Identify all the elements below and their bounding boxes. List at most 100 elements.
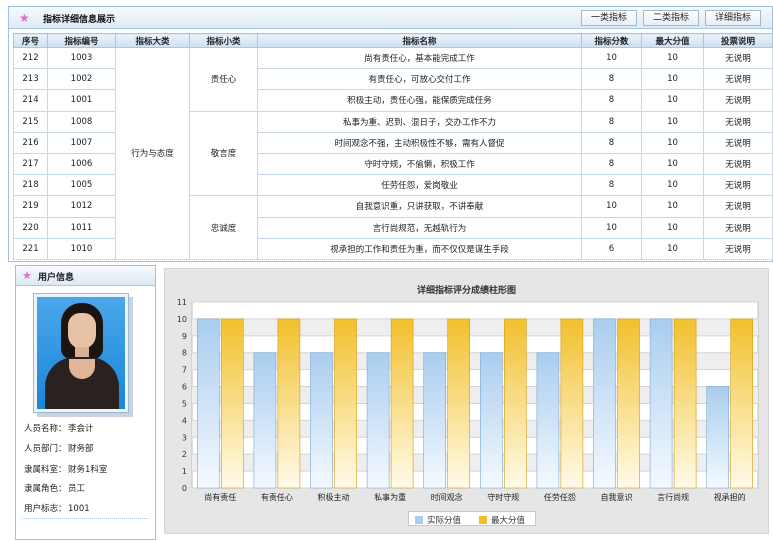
- cell-seq: 214: [13, 89, 48, 112]
- tab-level2-indicators[interactable]: 二类指标: [643, 10, 699, 26]
- cell-note: 无说明: [703, 195, 773, 218]
- grid-band: [192, 352, 758, 370]
- indicator-detail-panel: ★ 指标详细信息展示 一类指标 二类指标 详细指标 序号 指标编号 指标大类 指…: [8, 6, 773, 262]
- cell-seq: 220: [13, 216, 48, 239]
- y-tick-label: 10: [177, 315, 187, 324]
- cell-max: 10: [641, 68, 704, 91]
- bar-max: [617, 318, 640, 489]
- cell-name: 私事为重、迟到、混日子，交办工作不力: [257, 110, 582, 133]
- bar-chart: 0 1 2 3 4 5 6 7 8 9 10 11 尚有责任 有责任心 积极主动 私事为重 时间观念 守时守规 任劳…: [177, 298, 759, 502]
- legend-swatch-actual: [415, 516, 423, 524]
- x-tick-label: 自我意识: [601, 492, 633, 502]
- x-tick-label: 积极主动: [318, 492, 350, 502]
- bar-max: [220, 318, 244, 489]
- user-department-value: 财务部: [68, 444, 94, 454]
- bar-max: [277, 318, 301, 489]
- user-field-id: 用户标志：1001: [24, 504, 90, 514]
- star-icon: ★: [19, 11, 30, 25]
- cell-code: 1001: [47, 89, 116, 112]
- cell-category: 行为与态度: [115, 47, 190, 260]
- user-role-value: 员工: [68, 484, 86, 494]
- user-photo: [37, 297, 125, 409]
- cell-code: 1012: [47, 195, 116, 218]
- y-tick-label: 4: [182, 416, 187, 425]
- user-panel-title: 用户信息: [38, 273, 75, 283]
- y-tick-label: 1: [182, 467, 187, 476]
- bar-actual: [310, 352, 333, 489]
- col-score[interactable]: 指标分数: [581, 33, 642, 48]
- star-icon: ★: [22, 269, 32, 282]
- user-field-role: 隶属角色：员工: [24, 484, 86, 494]
- bar-max: [334, 318, 357, 489]
- grid-band: [192, 318, 758, 336]
- cell-name: 视承担的工作和责任为重，而不仅仅是谋生手段: [257, 237, 582, 260]
- cell-seq: 212: [13, 46, 48, 70]
- cell-subcategory: 责任心: [189, 47, 258, 112]
- cell-subcategory: 敬言度: [189, 110, 258, 197]
- legend-actual: 实际分值: [415, 514, 461, 526]
- x-tick-label: 言行尚规: [657, 492, 689, 502]
- cell-name: 积极主动，责任心强，能保质完成任务: [257, 89, 582, 112]
- user-field-office: 隶属科室：财务1科室: [24, 465, 108, 475]
- panel-title: 指标详细信息展示: [43, 15, 116, 25]
- bar-actual: [196, 318, 220, 489]
- grid-band: [192, 454, 758, 472]
- y-tick-label: 9: [182, 332, 187, 341]
- y-tick-label: 11: [177, 298, 187, 307]
- grid-band: [192, 420, 758, 438]
- cell-score: 6: [581, 237, 642, 260]
- chart-legend: 实际分值 最大分值: [408, 511, 536, 526]
- cell-max: 10: [641, 216, 704, 239]
- bar-actual: [706, 386, 730, 489]
- col-subcategory[interactable]: 指标小类: [189, 33, 258, 48]
- y-tick-label: 8: [182, 349, 187, 358]
- y-tick-label: 3: [182, 433, 187, 442]
- col-name[interactable]: 指标名称: [257, 33, 582, 48]
- tab-detail-indicators[interactable]: 详细指标: [705, 10, 761, 26]
- bar-actual: [479, 352, 503, 489]
- bar-max: [447, 318, 471, 489]
- cell-note: 无说明: [703, 216, 773, 239]
- y-tick-label: 6: [182, 383, 187, 392]
- cell-max: 10: [641, 152, 704, 176]
- bar-actual: [593, 318, 616, 489]
- legend-max: 最大分值: [479, 514, 525, 526]
- bar-actual: [536, 352, 560, 489]
- col-category[interactable]: 指标大类: [115, 33, 190, 48]
- cell-code: 1002: [47, 68, 116, 91]
- tab-level1-indicators[interactable]: 一类指标: [581, 10, 637, 26]
- panel-header: ★ 指标详细信息展示 一类指标 二类指标 详细指标: [9, 7, 772, 29]
- x-tick-label: 时间观念: [431, 492, 463, 502]
- table-row[interactable]: 212 1003 行为与态度 责任心 尚有责任心，基本能完成工作 10 10 无…: [13, 46, 773, 260]
- user-field-name: 人员名称：李会计: [24, 424, 94, 434]
- cell-note: 无说明: [703, 174, 773, 197]
- cell-score: 8: [581, 110, 642, 133]
- cell-max: 10: [641, 237, 704, 260]
- bar-actual: [366, 352, 390, 489]
- cell-note: 无说明: [703, 68, 773, 91]
- cell-subcategory: 忠诚度: [189, 195, 258, 260]
- indicator-table: 序号 指标编号 指标大类 指标小类 指标名称 指标分数 最大分值 投票说明 21…: [13, 33, 773, 260]
- x-tick-label: 有责任心: [261, 492, 293, 502]
- cell-name: 自我意识重，只讲获取，不讲奉献: [257, 195, 582, 218]
- cell-score: 10: [581, 46, 642, 70]
- cell-note: 无说明: [703, 89, 773, 112]
- cell-name: 言行尚规范，无越轨行为: [257, 216, 582, 239]
- cell-score: 8: [581, 174, 642, 197]
- cell-code: 1005: [47, 174, 116, 197]
- col-code[interactable]: 指标编号: [47, 33, 116, 48]
- cell-seq: 213: [13, 68, 48, 91]
- col-max[interactable]: 最大分值: [641, 33, 704, 48]
- col-note[interactable]: 投票说明: [703, 33, 773, 48]
- cell-max: 10: [641, 174, 704, 197]
- x-tick-label: 任劳任怨: [544, 492, 576, 502]
- bar-actual: [649, 318, 673, 489]
- cell-note: 无说明: [703, 237, 773, 260]
- user-field-department: 人员部门：财务部: [24, 444, 94, 454]
- cell-code: 1011: [47, 216, 116, 239]
- x-tick-label: 尚有责任: [204, 492, 236, 502]
- cell-max: 10: [641, 195, 704, 218]
- grid-band: [192, 386, 758, 404]
- cell-score: 8: [581, 152, 642, 176]
- col-seq[interactable]: 序号: [13, 33, 48, 48]
